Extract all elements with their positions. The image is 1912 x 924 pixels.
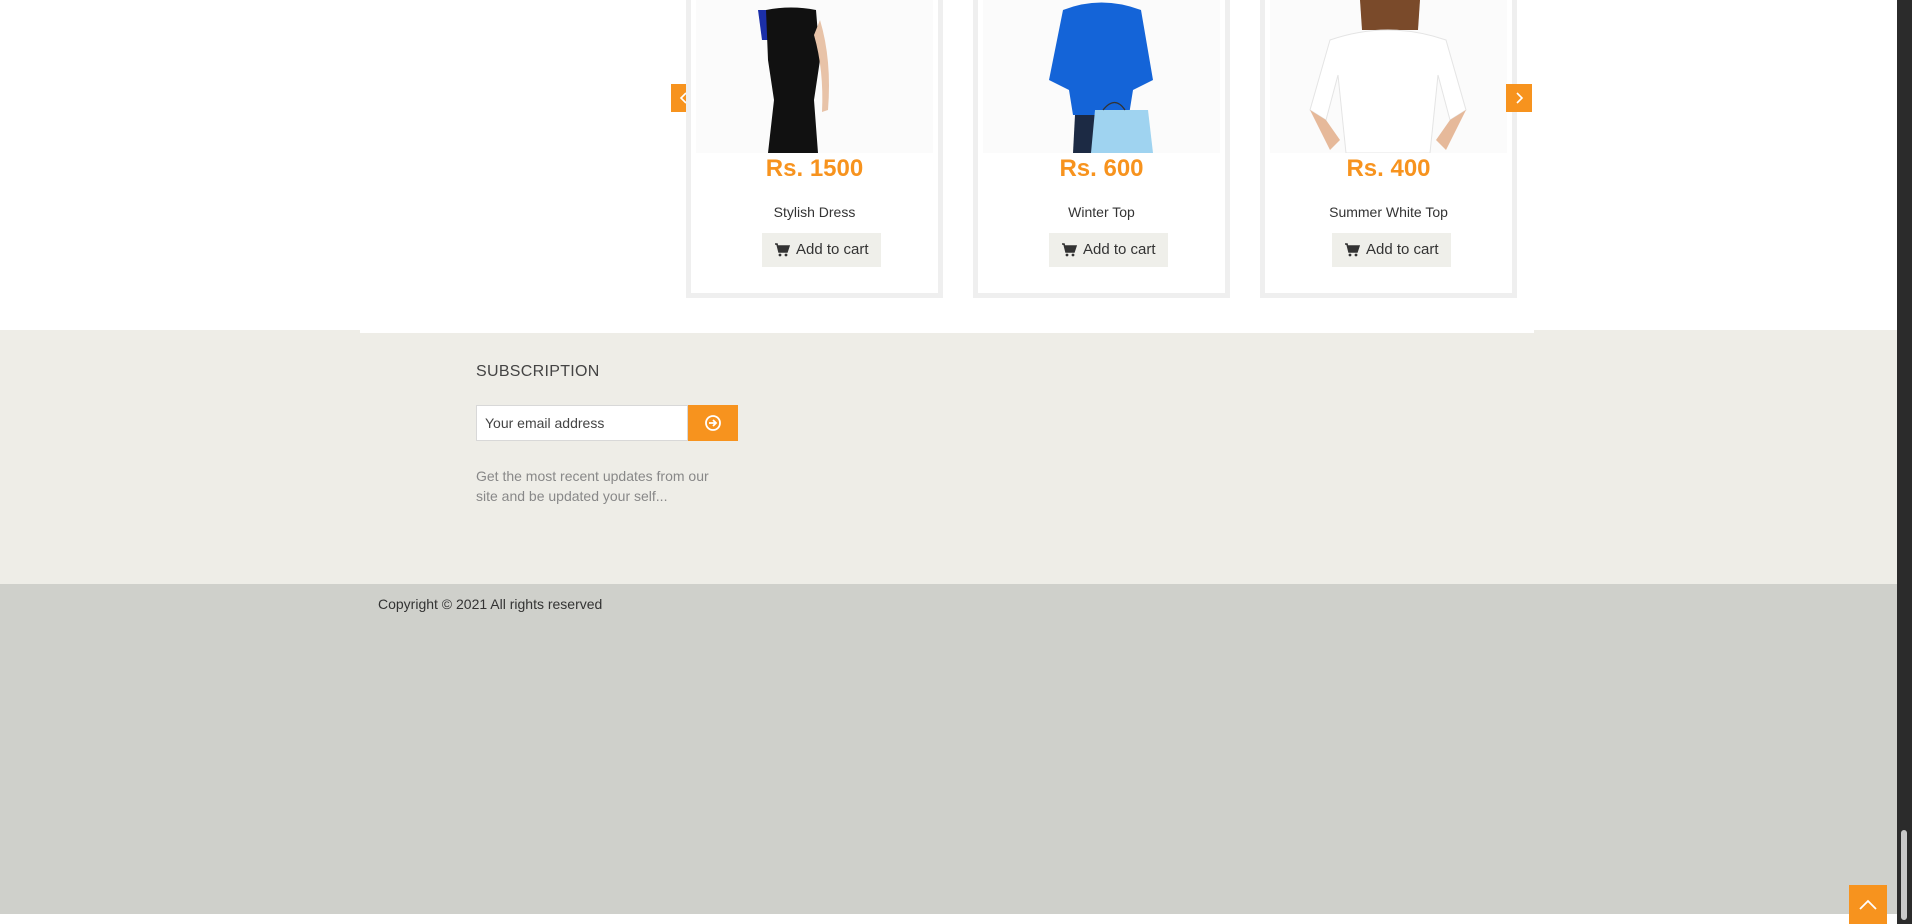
copyright-text: Copyright © 2021 All rights reserved	[378, 596, 603, 612]
copyright-section: Copyright © 2021 All rights reserved	[0, 584, 1897, 914]
product-image[interactable]	[1270, 0, 1507, 153]
product-card[interactable]: Rs. 600 Winter Top Add to cart	[973, 0, 1230, 298]
add-to-cart-label: Add to cart	[1366, 241, 1439, 258]
shopping-cart-icon	[775, 243, 790, 257]
add-to-cart-button[interactable]: Add to cart	[1049, 233, 1168, 267]
product-title[interactable]: Summer White Top	[1265, 204, 1512, 220]
shopping-cart-icon	[1345, 243, 1360, 257]
scrollbar-thumb[interactable]	[1901, 830, 1907, 920]
add-to-cart-button[interactable]: Add to cart	[762, 233, 881, 267]
scroll-to-top-button[interactable]	[1849, 885, 1887, 924]
product-title[interactable]: Stylish Dress	[691, 204, 938, 220]
add-to-cart-label: Add to cart	[796, 241, 869, 258]
chevron-right-icon	[1516, 92, 1524, 104]
chevron-up-icon	[1859, 899, 1877, 910]
subscription-description: Get the most recent updates from our sit…	[476, 468, 709, 504]
product-price: Rs. 400	[1346, 155, 1431, 182]
carousel-next-button[interactable]	[1506, 84, 1532, 112]
arrow-circle-right-icon	[705, 415, 721, 431]
product-card[interactable]: Rs. 400 Summer White Top Add to cart	[1260, 0, 1517, 298]
product-image[interactable]	[983, 0, 1220, 153]
product-carousel: Rs. 1500 Stylish Dress Add to cart Rs. 6…	[0, 0, 1897, 330]
add-to-cart-label: Add to cart	[1083, 241, 1156, 258]
subscription-title: SUBSCRIPTION	[476, 363, 600, 380]
page: Rs. 1500 Stylish Dress Add to cart Rs. 6…	[0, 0, 1897, 924]
product-price: Rs. 600	[1059, 155, 1144, 182]
product-card[interactable]: Rs. 1500 Stylish Dress Add to cart	[686, 0, 943, 298]
divider	[360, 330, 1534, 333]
scrollbar[interactable]	[1897, 0, 1912, 924]
shopping-cart-icon	[1062, 243, 1077, 257]
subscription-section: SUBSCRIPTION Get the most recent updates…	[0, 330, 1897, 584]
product-title[interactable]: Winter Top	[978, 204, 1225, 220]
subscribe-button[interactable]	[688, 405, 738, 441]
add-to-cart-button[interactable]: Add to cart	[1332, 233, 1451, 267]
product-price: Rs. 1500	[765, 155, 864, 182]
product-image[interactable]	[696, 0, 933, 153]
email-input[interactable]	[476, 405, 688, 441]
